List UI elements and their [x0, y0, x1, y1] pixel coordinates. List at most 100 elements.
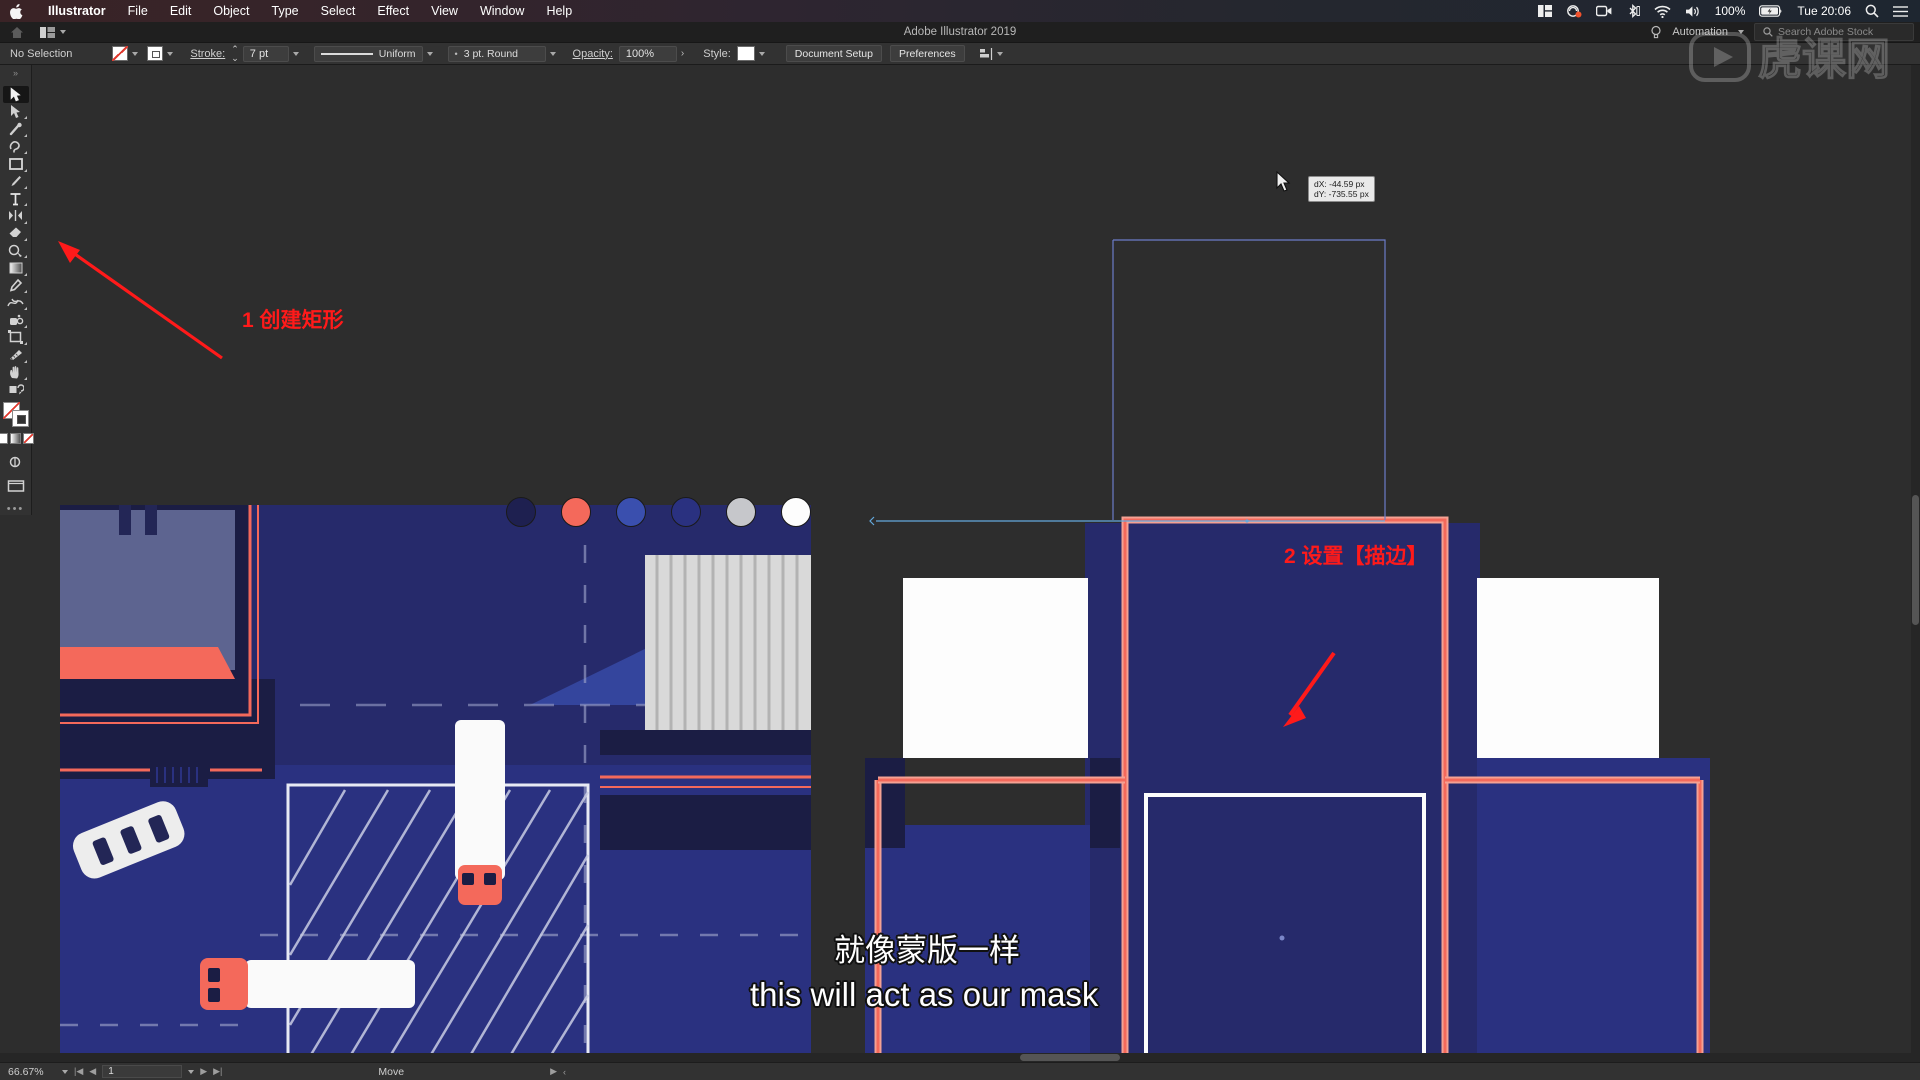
eyedropper-tool[interactable]: [3, 277, 29, 294]
chevron-right-icon[interactable]: ›: [681, 48, 684, 59]
color-swatch-row[interactable]: [506, 497, 811, 527]
lasso-tool[interactable]: [3, 138, 29, 155]
menu-item-select[interactable]: Select: [310, 4, 367, 18]
fill-control[interactable]: [112, 46, 139, 61]
gradient-mode-icon[interactable]: [10, 433, 21, 445]
horizontal-scrollbar[interactable]: [0, 1053, 1911, 1062]
symbol-sprayer-tool[interactable]: [3, 311, 29, 328]
chevron-down-icon[interactable]: [1738, 30, 1744, 34]
selection-tool[interactable]: [2, 85, 29, 104]
stroke-weight-control[interactable]: ⌃ ⌄ 7 pt: [231, 44, 299, 63]
artboard-navigation[interactable]: |◀ ◀ 1 ▶ ▶|: [68, 1065, 228, 1078]
spotlight-search-icon[interactable]: [1858, 4, 1886, 18]
grid-icon[interactable]: [1531, 5, 1559, 17]
menu-item-effect[interactable]: Effect: [366, 4, 420, 18]
previous-artboard-icon[interactable]: ◀: [89, 1066, 96, 1077]
opacity-control[interactable]: 100% ›: [618, 45, 684, 62]
style-control[interactable]: [736, 46, 765, 61]
swatch-5[interactable]: [781, 497, 811, 527]
eraser-tool[interactable]: [3, 225, 29, 242]
opacity-value[interactable]: 100%: [618, 45, 677, 62]
fill-swatch-icon[interactable]: [112, 46, 129, 61]
brush-definition-control[interactable]: • 3 pt. Round: [447, 45, 556, 62]
swatch-0[interactable]: [506, 497, 536, 527]
vertical-scrollbar-thumb[interactable]: [1912, 495, 1919, 625]
artboard-number-field[interactable]: 1: [102, 1065, 183, 1078]
menu-item-object[interactable]: Object: [202, 4, 260, 18]
rectangle-tool[interactable]: [3, 155, 29, 172]
reflect-tool[interactable]: [3, 207, 29, 224]
stroke-control[interactable]: [147, 46, 174, 61]
status-bar[interactable]: 66.67% |◀ ◀ 1 ▶ ▶| Move ▶ ‹: [0, 1062, 1920, 1080]
macos-menu-bar[interactable]: Illustrator File Edit Object Type Select…: [0, 0, 1920, 22]
discover-icon[interactable]: [1650, 25, 1662, 39]
chevron-down-icon[interactable]: [132, 51, 139, 56]
screen-record-icon[interactable]: [1589, 5, 1619, 17]
slice-tool[interactable]: [3, 346, 29, 363]
first-artboard-icon[interactable]: |◀: [74, 1066, 83, 1077]
stroke-weight-value[interactable]: 7 pt: [242, 45, 289, 62]
none-mode-icon[interactable]: [23, 433, 34, 445]
color-mode-buttons[interactable]: [0, 433, 34, 445]
color-mode-icon[interactable]: [0, 433, 8, 445]
menu-bar-clock[interactable]: Tue 20:06: [1790, 4, 1858, 18]
apple-icon[interactable]: [10, 3, 23, 19]
last-artboard-icon[interactable]: ▶|: [213, 1066, 222, 1077]
menu-item-file[interactable]: File: [117, 4, 159, 18]
bluetooth-icon[interactable]: [1619, 4, 1647, 18]
arrange-documents-control[interactable]: [40, 26, 66, 38]
collapse-panel-icon[interactable]: »: [13, 67, 18, 79]
workspace-switcher-label[interactable]: Automation: [1672, 26, 1728, 38]
direct-selection-tool[interactable]: [3, 103, 29, 120]
swatch-3[interactable]: [671, 497, 701, 527]
chevron-down-icon[interactable]: [292, 51, 299, 56]
paintbrush-tool[interactable]: [3, 173, 29, 190]
preferences-button[interactable]: Preferences: [889, 45, 965, 62]
menu-item-window[interactable]: Window: [469, 4, 535, 18]
volume-icon[interactable]: [1678, 5, 1708, 18]
stroke-color-box[interactable]: [11, 410, 29, 428]
arrange-documents-icon[interactable]: [40, 26, 55, 38]
next-artboard-icon[interactable]: ▶: [200, 1066, 207, 1077]
chevron-left-icon[interactable]: ‹: [563, 1067, 566, 1077]
zoom-level[interactable]: 66.67%: [0, 1066, 62, 1078]
stroke-swatch-icon[interactable]: [147, 46, 164, 61]
vertical-scrollbar[interactable]: [1911, 65, 1920, 1073]
magic-wand-tool[interactable]: [3, 120, 29, 137]
stepper-icon[interactable]: ⌃ ⌄: [231, 44, 239, 63]
menu-item-help[interactable]: Help: [535, 4, 583, 18]
battery-icon[interactable]: [1752, 5, 1790, 17]
status-menu-toggle[interactable]: ▶ ‹: [544, 1066, 572, 1077]
stroke-profile-control[interactable]: Uniform: [313, 45, 433, 62]
canvas-area[interactable]: [0, 65, 1920, 1073]
play-icon[interactable]: ▶: [550, 1066, 557, 1077]
shape-builder-tool[interactable]: [3, 242, 29, 259]
zoom-tool[interactable]: [3, 381, 29, 398]
chevron-down-icon[interactable]: [167, 51, 174, 56]
record-icon[interactable]: [1559, 4, 1589, 18]
menu-item-illustrator[interactable]: Illustrator: [37, 4, 117, 18]
document-setup-button[interactable]: Document Setup: [785, 45, 882, 62]
horizontal-scrollbar-thumb[interactable]: [1020, 1054, 1120, 1061]
home-icon[interactable]: [10, 26, 24, 39]
brush-definition[interactable]: • 3 pt. Round: [447, 45, 546, 62]
fill-and-stroke-indicator[interactable]: [2, 402, 29, 428]
adobe-stock-search[interactable]: Search Adobe Stock: [1754, 23, 1914, 41]
chevron-down-icon[interactable]: [549, 51, 556, 56]
menu-item-edit[interactable]: Edit: [159, 4, 203, 18]
blend-tool[interactable]: [3, 294, 29, 311]
swatch-2[interactable]: [616, 497, 646, 527]
chevron-down-icon[interactable]: [996, 51, 1003, 56]
wifi-icon[interactable]: [1647, 5, 1678, 18]
tools-panel[interactable]: » •••: [0, 65, 34, 515]
chevron-down-icon[interactable]: [60, 30, 66, 34]
control-center-icon[interactable]: [1886, 5, 1920, 18]
align-icon[interactable]: [979, 47, 993, 60]
swatch-4[interactable]: [726, 497, 756, 527]
application-bar[interactable]: Adobe Illustrator 2019 Automation Search…: [0, 22, 1920, 43]
screen-mode-icon[interactable]: [3, 454, 29, 471]
style-swatch-icon[interactable]: [736, 46, 755, 61]
artboard-tool[interactable]: [3, 329, 29, 346]
menu-item-view[interactable]: View: [420, 4, 469, 18]
hand-tool[interactable]: [3, 364, 29, 381]
